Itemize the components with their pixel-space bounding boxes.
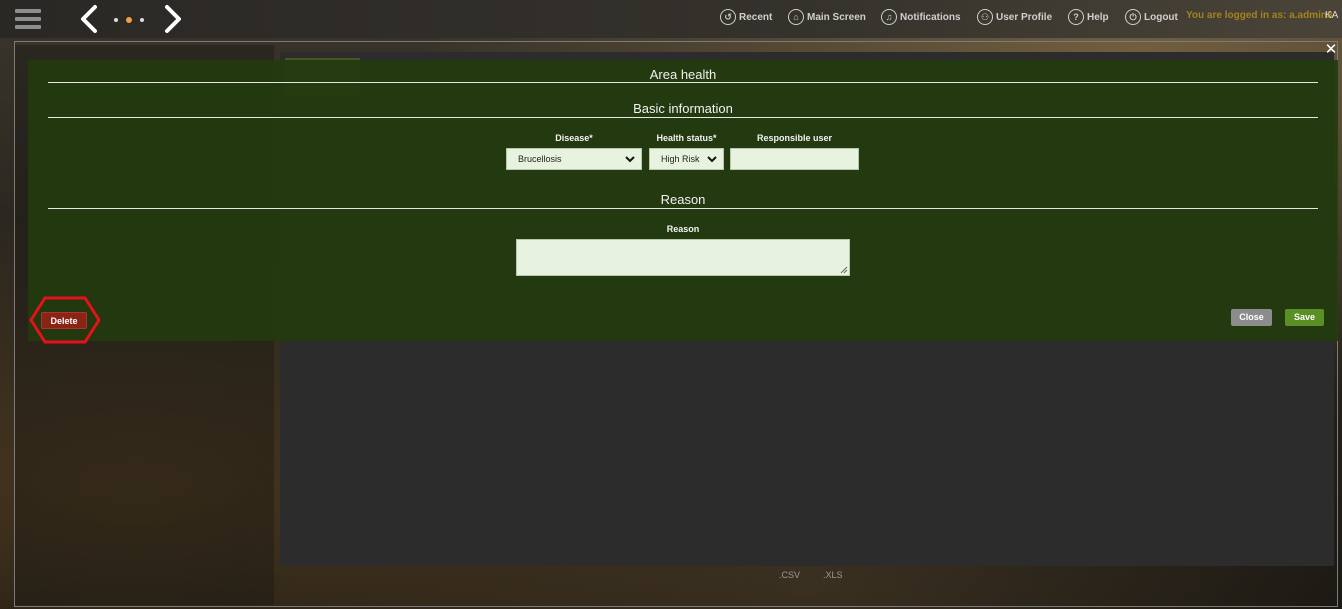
menu-help[interactable]: ? Help bbox=[1068, 7, 1109, 27]
home-icon: ⌂ bbox=[788, 9, 804, 25]
menu-user-profile[interactable]: ⚇ User Profile bbox=[977, 7, 1052, 27]
menu-main-screen-label: Main Screen bbox=[807, 11, 866, 23]
menu-main-screen[interactable]: ⌂ Main Screen bbox=[788, 7, 866, 27]
user-initials: KA bbox=[1325, 10, 1339, 21]
forward-arrow-icon[interactable] bbox=[160, 4, 186, 34]
chevron-down-icon bbox=[707, 156, 717, 163]
bell-icon: ♫ bbox=[881, 9, 897, 25]
menu-help-label: Help bbox=[1087, 11, 1109, 23]
reason-divider bbox=[48, 208, 1318, 209]
responsible-user-input[interactable] bbox=[730, 148, 859, 170]
recent-icon: ↺ bbox=[720, 9, 736, 25]
reason-label: Reason bbox=[666, 224, 700, 234]
health-status-value: High Risk bbox=[661, 154, 700, 164]
power-icon: ⏻ bbox=[1125, 9, 1141, 25]
modal-title: Area health bbox=[649, 67, 717, 82]
reason-heading: Reason bbox=[660, 192, 706, 207]
menu-notifications[interactable]: ♫ Notifications bbox=[881, 7, 961, 27]
menu-recent-label: Recent bbox=[739, 11, 773, 23]
resize-grip-icon[interactable] bbox=[840, 266, 848, 274]
hamburger-menu-icon[interactable] bbox=[15, 9, 41, 29]
menu-user-profile-label: User Profile bbox=[996, 11, 1053, 23]
chevron-down-icon bbox=[625, 156, 635, 163]
disease-value: Brucellosis bbox=[518, 154, 562, 164]
title-divider bbox=[48, 82, 1318, 83]
menu-logout-label: Logout bbox=[1144, 11, 1178, 23]
menu-notifications-label: Notifications bbox=[900, 11, 961, 23]
health-status-label: Health status* bbox=[656, 133, 717, 143]
close-button[interactable]: Close bbox=[1231, 309, 1272, 326]
history-dots-icon[interactable] bbox=[112, 15, 148, 25]
basic-info-divider bbox=[48, 117, 1318, 118]
logged-in-user: You are logged in as: a.admin3 bbox=[1186, 10, 1333, 21]
menu-logout[interactable]: ⏻ Logout bbox=[1125, 7, 1178, 27]
responsible-user-label: Responsible user bbox=[756, 133, 833, 143]
help-icon: ? bbox=[1068, 9, 1084, 25]
disease-label: Disease* bbox=[555, 133, 593, 143]
top-bar: ↺ Recent ⌂ Main Screen ♫ Notifications ⚇… bbox=[0, 0, 1342, 38]
reason-textarea[interactable] bbox=[516, 239, 850, 276]
back-arrow-icon[interactable] bbox=[76, 4, 102, 34]
user-icon: ⚇ bbox=[977, 9, 993, 25]
delete-button[interactable]: Delete bbox=[41, 312, 87, 329]
menu-recent[interactable]: ↺ Recent bbox=[720, 7, 772, 27]
area-health-modal: Area health Basic information Disease* B… bbox=[28, 60, 1338, 341]
basic-info-heading: Basic information bbox=[633, 101, 733, 116]
health-status-select[interactable]: High Risk bbox=[649, 148, 724, 170]
save-button[interactable]: Save bbox=[1285, 309, 1324, 326]
disease-select[interactable]: Brucellosis bbox=[506, 148, 642, 170]
modal-close-icon[interactable]: ✕ bbox=[1324, 42, 1338, 58]
